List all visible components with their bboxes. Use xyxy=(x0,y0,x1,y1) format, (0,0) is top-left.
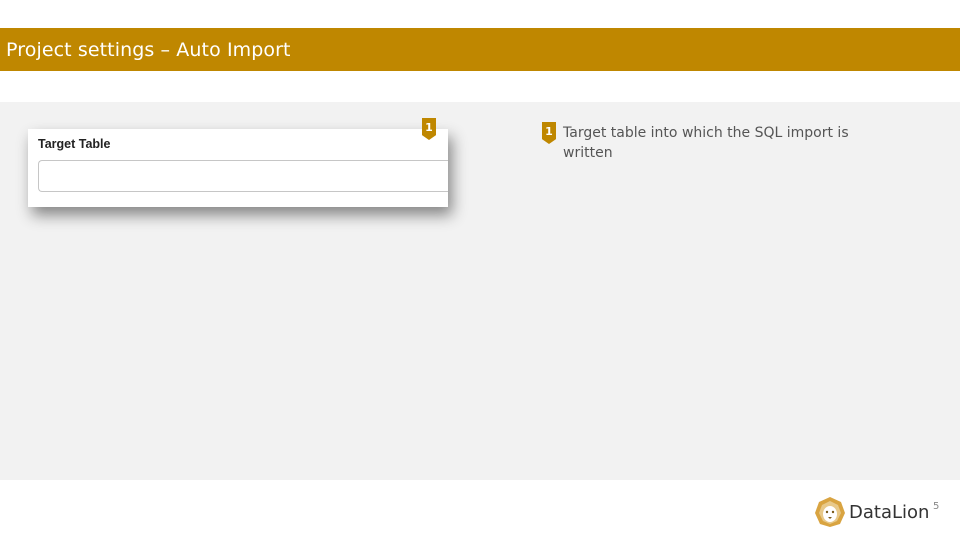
lion-logo-icon xyxy=(815,497,845,527)
target-table-input[interactable] xyxy=(38,160,448,192)
brand-logo: DataLion xyxy=(814,496,929,528)
target-table-label: Target Table xyxy=(38,137,111,151)
title-bar: Project settings – Auto Import xyxy=(0,28,960,71)
target-table-panel: Target Table xyxy=(28,129,448,207)
brand-name: DataLion xyxy=(849,501,930,523)
page-number: 5 xyxy=(933,501,940,512)
page-title: Project settings – Auto Import xyxy=(6,38,291,61)
annotation-text-1: Target table into which the SQL import i… xyxy=(563,125,849,161)
